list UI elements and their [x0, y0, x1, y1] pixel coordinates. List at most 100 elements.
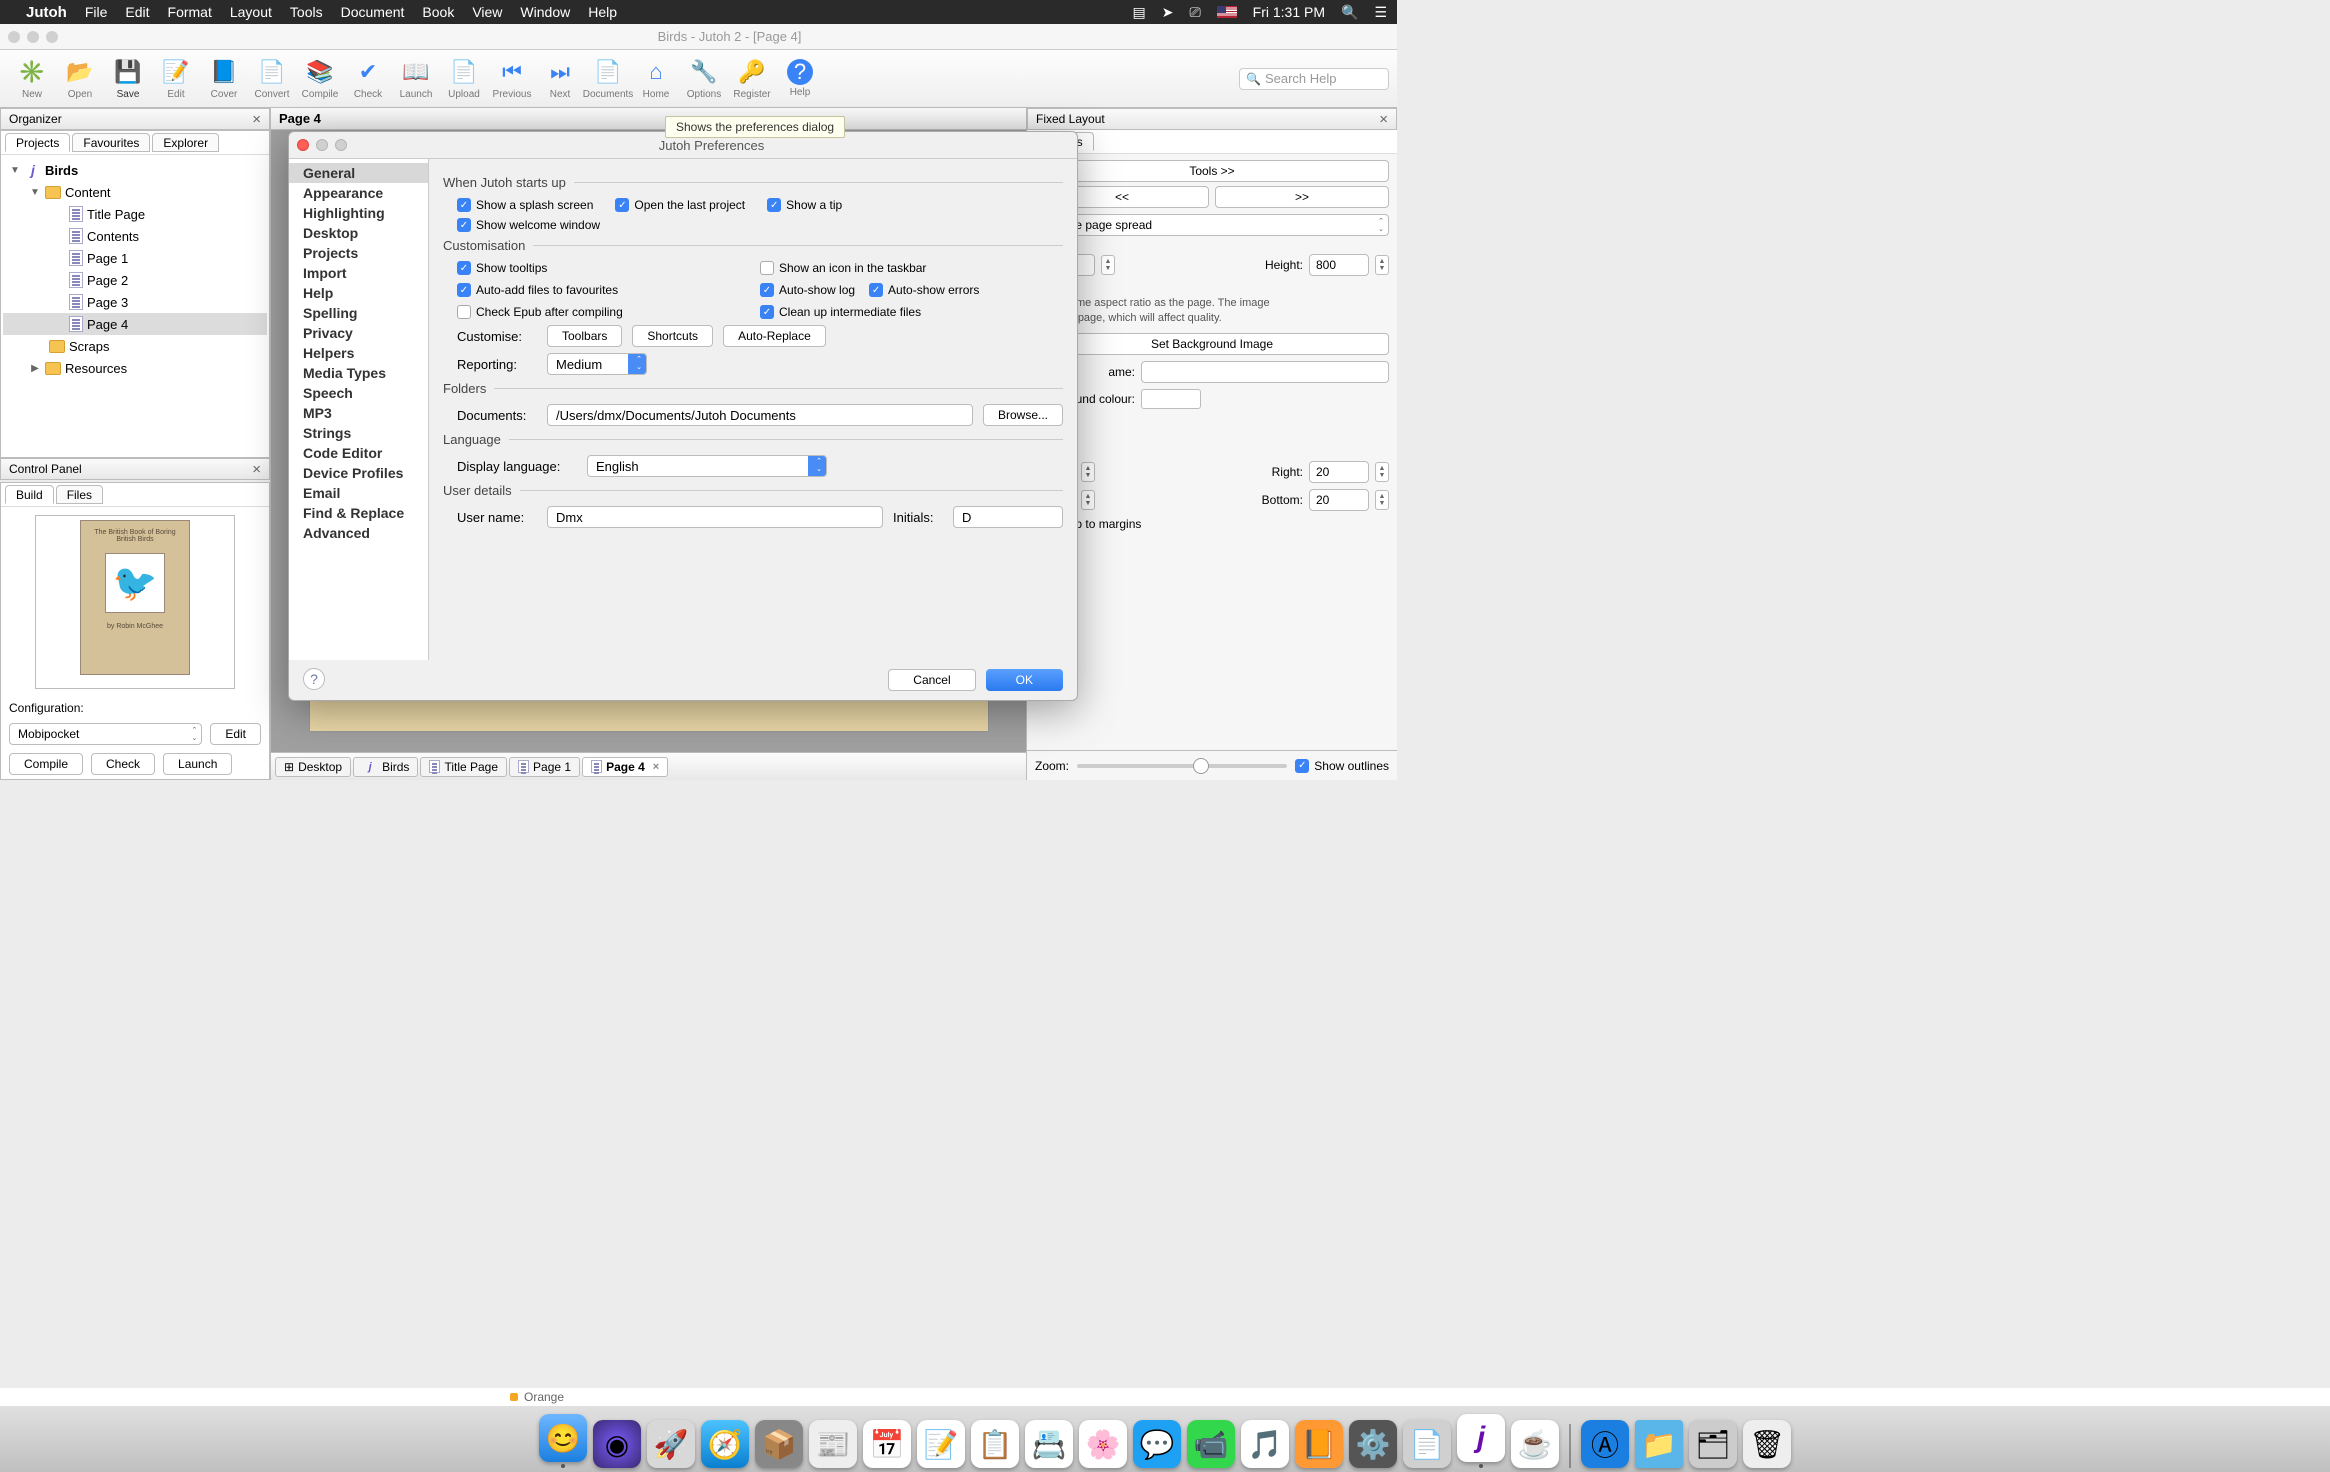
compile-button[interactable]: Compile — [9, 753, 83, 775]
toolbar-convert[interactable]: 📄Convert — [248, 57, 296, 100]
display-icon[interactable]: ⎚ — [1189, 4, 1200, 21]
stepper-icon[interactable]: ▲▼ — [1081, 462, 1095, 482]
toolbar-launch[interactable]: 📖Launch — [392, 57, 440, 100]
dock-jutoh[interactable]: j — [1457, 1414, 1505, 1462]
fl-right-input[interactable]: 20 — [1309, 461, 1369, 483]
dock-launchpad[interactable]: 🚀 — [647, 1420, 695, 1468]
menu-document[interactable]: Document — [341, 4, 405, 20]
menu-book[interactable]: Book — [422, 4, 454, 20]
check-show-tip[interactable]: ✓Show a tip — [767, 198, 842, 212]
prefs-nav-code-editor[interactable]: Code Editor — [289, 443, 428, 463]
prefs-minimize-icon[interactable] — [316, 139, 328, 151]
initials-input[interactable]: D — [953, 506, 1063, 528]
check-autolog[interactable]: ✓Auto-show log — [760, 283, 855, 297]
check-check-epub[interactable]: Check Epub after compiling — [457, 305, 760, 319]
close-window-icon[interactable] — [8, 31, 20, 43]
prefs-nav-projects[interactable]: Projects — [289, 243, 428, 263]
prefs-nav-spelling[interactable]: Spelling — [289, 303, 428, 323]
tab-close-icon[interactable]: × — [653, 761, 659, 773]
dock-messages[interactable]: 💬 — [1133, 1420, 1181, 1468]
prefs-nav-speech[interactable]: Speech — [289, 383, 428, 403]
menu-edit[interactable]: Edit — [125, 4, 149, 20]
check-autofav[interactable]: ✓Auto-add files to favourites — [457, 283, 760, 297]
fl-height-input[interactable]: 800 — [1309, 254, 1369, 276]
fixed-layout-close-icon[interactable]: × — [1379, 111, 1388, 128]
toolbar-documents[interactable]: 📄Documents — [584, 57, 632, 100]
prefs-nav-helpers[interactable]: Helpers — [289, 343, 428, 363]
reporting-select[interactable]: Medium — [547, 353, 647, 375]
check-button[interactable]: Check — [91, 753, 155, 775]
check-taskbar[interactable]: Show an icon in the taskbar — [760, 261, 1063, 275]
toolbar-new[interactable]: ✳️New — [8, 57, 56, 100]
prefs-nav-email[interactable]: Email — [289, 483, 428, 503]
dock-downloads[interactable]: 📁 — [1635, 1420, 1683, 1468]
stepper-icon[interactable]: ▲▼ — [1081, 490, 1095, 510]
menu-layout[interactable]: Layout — [230, 4, 272, 20]
tree-page-title[interactable]: Title Page — [3, 203, 267, 225]
check-welcome[interactable]: ✓Show welcome window — [457, 218, 600, 232]
customise-shortcuts-button[interactable]: Shortcuts — [632, 325, 713, 347]
menu-tools[interactable]: Tools — [290, 4, 323, 20]
check-tooltips[interactable]: ✓Show tooltips — [457, 261, 760, 275]
prefs-nav-device-profiles[interactable]: Device Profiles — [289, 463, 428, 483]
stepper-icon[interactable]: ▲▼ — [1375, 490, 1389, 510]
prefs-nav-find-replace[interactable]: Find & Replace — [289, 503, 428, 523]
fl-bg-colour-swatch[interactable] — [1141, 389, 1201, 409]
dock-safari[interactable]: 🧭 — [701, 1420, 749, 1468]
tree-content-folder[interactable]: ▼Content — [3, 181, 267, 203]
dock-trash[interactable]: 🗑 — [1743, 1420, 1791, 1468]
tree-page-3[interactable]: Page 3 — [3, 291, 267, 313]
organizer-close-icon[interactable]: × — [252, 111, 261, 128]
toolbar-save[interactable]: 💾Save — [104, 57, 152, 100]
documents-path-input[interactable]: /Users/dmx/Documents/Jutoh Documents — [547, 404, 973, 426]
organizer-tab-projects[interactable]: Projects — [5, 133, 70, 152]
prefs-cancel-button[interactable]: Cancel — [888, 669, 975, 691]
organizer-tab-favourites[interactable]: Favourites — [72, 133, 150, 152]
stepper-icon[interactable]: ▲▼ — [1101, 255, 1115, 275]
prefs-nav-privacy[interactable]: Privacy — [289, 323, 428, 343]
dock-settings[interactable]: ⚙️ — [1349, 1420, 1397, 1468]
toolbar-compile[interactable]: 📚Compile — [296, 57, 344, 100]
username-input[interactable]: Dmx — [547, 506, 883, 528]
dock-java[interactable]: ☕ — [1511, 1420, 1559, 1468]
doc-tab-birds[interactable]: jBirds — [353, 757, 418, 777]
prefs-nav-mp3[interactable]: MP3 — [289, 403, 428, 423]
check-splash[interactable]: ✓Show a splash screen — [457, 198, 593, 212]
tree-resources-folder[interactable]: ▶Resources — [3, 357, 267, 379]
spotlight-icon[interactable]: 🔍 — [1341, 4, 1358, 21]
menu-view[interactable]: View — [472, 4, 502, 20]
fl-bottom-input[interactable]: 20 — [1309, 489, 1369, 511]
doc-tab-title-page[interactable]: Title Page — [420, 757, 507, 777]
prefs-zoom-icon[interactable] — [335, 139, 347, 151]
dock-app-1[interactable]: 📦 — [755, 1420, 803, 1468]
organizer-tab-explorer[interactable]: Explorer — [152, 133, 219, 152]
toolbar-open[interactable]: 📂Open — [56, 57, 104, 100]
doc-tab-desktop[interactable]: ⊞Desktop — [275, 757, 351, 777]
stepper-icon[interactable]: ▲▼ — [1375, 255, 1389, 275]
prefs-nav-appearance[interactable]: Appearance — [289, 183, 428, 203]
check-cleanup[interactable]: ✓Clean up intermediate files — [760, 305, 1063, 319]
show-outlines-checkbox[interactable]: ✓Show outlines — [1295, 759, 1389, 773]
zoom-window-icon[interactable] — [46, 31, 58, 43]
prefs-nav-highlighting[interactable]: Highlighting — [289, 203, 428, 223]
prefs-nav-strings[interactable]: Strings — [289, 423, 428, 443]
stepper-icon[interactable]: ▲▼ — [1375, 462, 1389, 482]
prefs-ok-button[interactable]: OK — [986, 669, 1063, 691]
toolbar-check[interactable]: ✔Check — [344, 57, 392, 100]
cp-tab-files[interactable]: Files — [56, 485, 103, 504]
dock-contacts[interactable]: 📇 — [1025, 1420, 1073, 1468]
dock-photos[interactable]: 🌸 — [1079, 1420, 1127, 1468]
dock-ibooks[interactable]: 📙 — [1295, 1420, 1343, 1468]
menu-format[interactable]: Format — [168, 4, 212, 20]
tree-page-contents[interactable]: Contents — [3, 225, 267, 247]
menu-window[interactable]: Window — [520, 4, 570, 20]
toolbar-previous[interactable]: ⏮Previous — [488, 57, 536, 100]
fl-set-bg-button[interactable]: Set Background Image — [1035, 333, 1389, 355]
customise-toolbars-button[interactable]: Toolbars — [547, 325, 622, 347]
dock-reminders[interactable]: 📋 — [971, 1420, 1019, 1468]
menu-help[interactable]: Help — [588, 4, 617, 20]
prefs-nav-advanced[interactable]: Advanced — [289, 523, 428, 543]
browse-button[interactable]: Browse... — [983, 404, 1063, 426]
fl-spread-select[interactable]: Double page spread — [1035, 214, 1389, 236]
search-help-input[interactable]: Search Help — [1239, 68, 1389, 90]
